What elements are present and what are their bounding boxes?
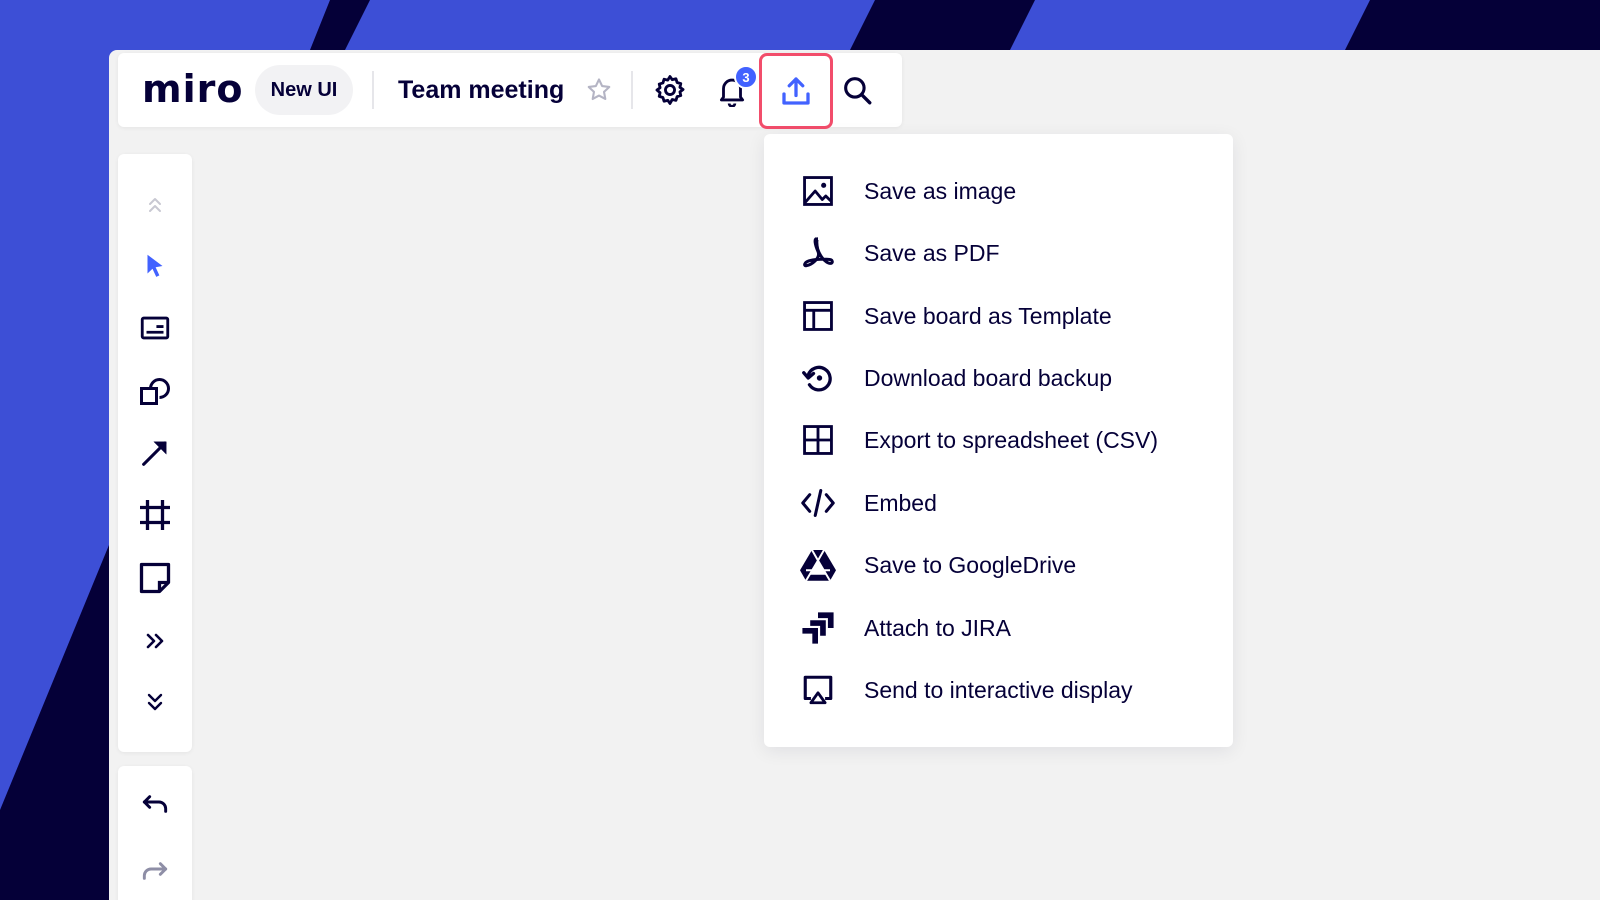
expand-down-icon[interactable] <box>135 682 175 722</box>
divider <box>631 71 633 109</box>
google-drive-icon <box>800 547 836 583</box>
jira-icon <box>800 610 836 646</box>
pdf-icon <box>800 235 836 271</box>
collapse-up-icon[interactable] <box>135 185 175 225</box>
menu-item-label: Save to GoogleDrive <box>864 552 1077 578</box>
history-toolbar <box>118 766 192 900</box>
template-icon <box>800 298 836 334</box>
top-bar: miro New UI Team meeting 3 <box>118 53 902 129</box>
miro-logo[interactable]: miro <box>142 67 243 111</box>
menu-item-label: Send to interactive display <box>864 677 1133 703</box>
search-icon[interactable] <box>837 70 877 110</box>
divider <box>372 71 374 109</box>
more-tools-icon[interactable] <box>135 621 175 661</box>
menu-item-download-backup[interactable]: Download board backup <box>764 350 1233 406</box>
embed-code-icon <box>800 485 836 521</box>
board-title[interactable]: Team meeting <box>398 73 564 107</box>
menu-item-label: Attach to JIRA <box>864 615 1012 641</box>
select-cursor-icon[interactable] <box>135 246 175 286</box>
menu-item-label: Export to spreadsheet (CSV) <box>864 427 1159 453</box>
backup-icon <box>800 360 836 396</box>
menu-item-google-drive[interactable]: Save to GoogleDrive <box>764 537 1233 593</box>
shapes-icon[interactable] <box>135 370 175 410</box>
export-icon <box>782 77 810 105</box>
new-ui-badge[interactable]: New UI <box>255 65 353 115</box>
left-toolbar <box>118 154 192 752</box>
menu-item-label: Save board as Template <box>864 303 1112 329</box>
image-icon <box>800 173 836 209</box>
text-icon[interactable] <box>135 308 175 348</box>
menu-item-jira[interactable]: Attach to JIRA <box>764 600 1233 656</box>
menu-item-embed[interactable]: Embed <box>764 475 1233 531</box>
airplay-display-icon <box>800 672 836 708</box>
arrow-line-icon[interactable] <box>135 433 175 473</box>
star-icon[interactable] <box>579 70 619 110</box>
menu-item-export-csv[interactable]: Export to spreadsheet (CSV) <box>764 412 1233 468</box>
menu-item-label: Download board backup <box>864 365 1113 391</box>
menu-item-save-template[interactable]: Save board as Template <box>764 288 1233 344</box>
notification-badge: 3 <box>734 65 758 89</box>
export-button[interactable] <box>759 53 833 129</box>
undo-icon[interactable] <box>135 786 175 826</box>
menu-item-save-image[interactable]: Save as image <box>764 163 1233 219</box>
spreadsheet-icon <box>800 422 836 458</box>
redo-icon[interactable] <box>135 853 175 893</box>
menu-item-save-pdf[interactable]: Save as PDF <box>764 225 1233 281</box>
menu-item-label: Save as PDF <box>864 240 1000 266</box>
export-menu: Save as image Save as PDF Save board as … <box>764 134 1233 747</box>
menu-item-label: Embed <box>864 490 937 516</box>
gear-icon[interactable] <box>650 70 690 110</box>
menu-item-interactive-display[interactable]: Send to interactive display <box>764 662 1233 718</box>
frame-icon[interactable] <box>135 495 175 535</box>
menu-item-label: Save as image <box>864 178 1017 204</box>
sticky-note-icon[interactable] <box>135 558 175 598</box>
